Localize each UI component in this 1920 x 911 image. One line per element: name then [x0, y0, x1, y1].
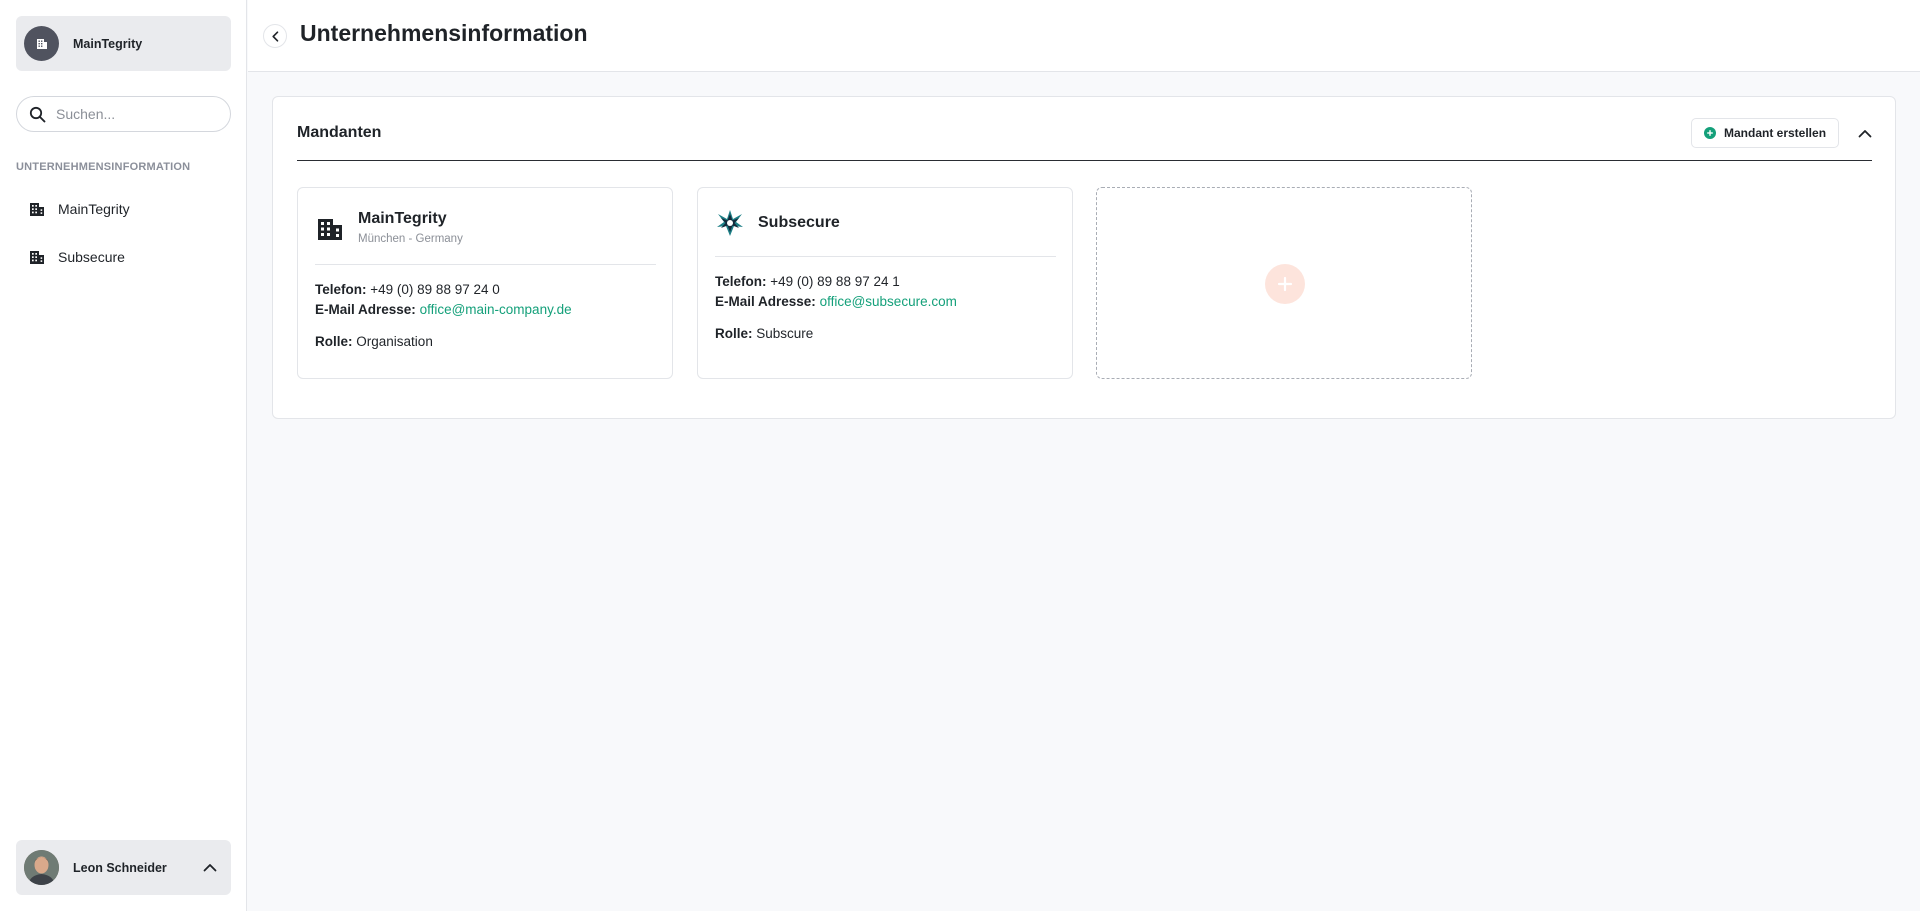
- search-box[interactable]: [16, 96, 231, 132]
- card-role: Rolle: Subscure: [715, 326, 813, 341]
- org-name: MainTegrity: [73, 36, 143, 51]
- sidebar-item-subsecure[interactable]: Subsecure: [16, 239, 231, 275]
- create-mandant-button[interactable]: Mandant erstellen: [1691, 118, 1840, 148]
- page-header: Unternehmensinformation: [248, 0, 1920, 72]
- phone-label: Telefon:: [715, 274, 767, 289]
- user-photo-icon: [24, 850, 59, 885]
- card-divider: [715, 256, 1056, 257]
- email-label: E-Mail Adresse:: [715, 294, 816, 309]
- office-building-icon: [30, 203, 44, 216]
- collapse-panel-button[interactable]: [1850, 118, 1880, 148]
- mandant-card-maintegrity[interactable]: MainTegrity München - Germany Telefon: +…: [297, 187, 673, 379]
- nav-section-heading: UNTERNEHMENSINFORMATION: [16, 161, 191, 173]
- card-phone: Telefon: +49 (0) 89 88 97 24 1: [715, 274, 900, 289]
- mandant-card-subsecure[interactable]: Subsecure Telefon: +49 (0) 89 88 97 24 1…: [697, 187, 1073, 379]
- org-switcher[interactable]: MainTegrity: [16, 16, 231, 71]
- phone-label: Telefon:: [315, 282, 367, 297]
- add-mandant-card[interactable]: [1096, 187, 1472, 379]
- role-label: Rolle:: [315, 334, 353, 349]
- phone-value: +49 (0) 89 88 97 24 0: [370, 282, 500, 297]
- email-link[interactable]: office@main-company.de: [420, 302, 572, 317]
- card-divider: [315, 264, 656, 265]
- card-phone: Telefon: +49 (0) 89 88 97 24 0: [315, 282, 500, 297]
- role-value: Subscure: [756, 326, 814, 341]
- user-menu-toggle[interactable]: [195, 853, 225, 883]
- card-location: München - Germany: [358, 233, 463, 245]
- org-avatar: [24, 26, 59, 61]
- chevron-up-icon: [1858, 129, 1872, 137]
- search-input[interactable]: [56, 106, 216, 122]
- panel-title: Mandanten: [297, 124, 382, 141]
- card-title: MainTegrity: [358, 210, 447, 227]
- mandanten-panel: Mandanten Mandant erstellen MainTegrity …: [272, 96, 1896, 419]
- sidebar-item-label: Subsecure: [58, 249, 125, 265]
- office-building-icon: [30, 251, 44, 264]
- card-title: Subsecure: [758, 214, 840, 231]
- plus-circle-icon: [1704, 127, 1716, 139]
- page-title: Unternehmensinformation: [300, 20, 588, 46]
- sidebar-item-maintegrity[interactable]: MainTegrity: [16, 191, 231, 227]
- phone-value: +49 (0) 89 88 97 24 1: [770, 274, 900, 289]
- plus-icon: [1265, 264, 1305, 304]
- create-mandant-label: Mandant erstellen: [1724, 126, 1827, 140]
- email-link[interactable]: office@subsecure.com: [820, 294, 957, 309]
- sidebar-item-label: MainTegrity: [58, 201, 130, 217]
- subsecure-logo-icon: [715, 208, 745, 238]
- user-name: Leon Schneider: [73, 860, 167, 875]
- user-menu[interactable]: Leon Schneider: [16, 840, 231, 895]
- role-label: Rolle:: [715, 326, 753, 341]
- sidebar: MainTegrity UNTERNEHMENSINFORMATION Main…: [0, 0, 247, 911]
- panel-divider: [297, 160, 1872, 161]
- office-building-icon: [315, 213, 345, 243]
- role-value: Organisation: [356, 334, 433, 349]
- email-label: E-Mail Adresse:: [315, 302, 416, 317]
- building-icon: [36, 38, 47, 49]
- search-icon: [29, 106, 46, 122]
- card-email: E-Mail Adresse: office@main-company.de: [315, 302, 572, 317]
- back-button[interactable]: [263, 24, 287, 48]
- card-email: E-Mail Adresse: office@subsecure.com: [715, 294, 957, 309]
- card-role: Rolle: Organisation: [315, 334, 433, 349]
- chevron-up-icon: [203, 864, 217, 872]
- avatar: [24, 850, 59, 885]
- chevron-left-icon: [271, 30, 278, 42]
